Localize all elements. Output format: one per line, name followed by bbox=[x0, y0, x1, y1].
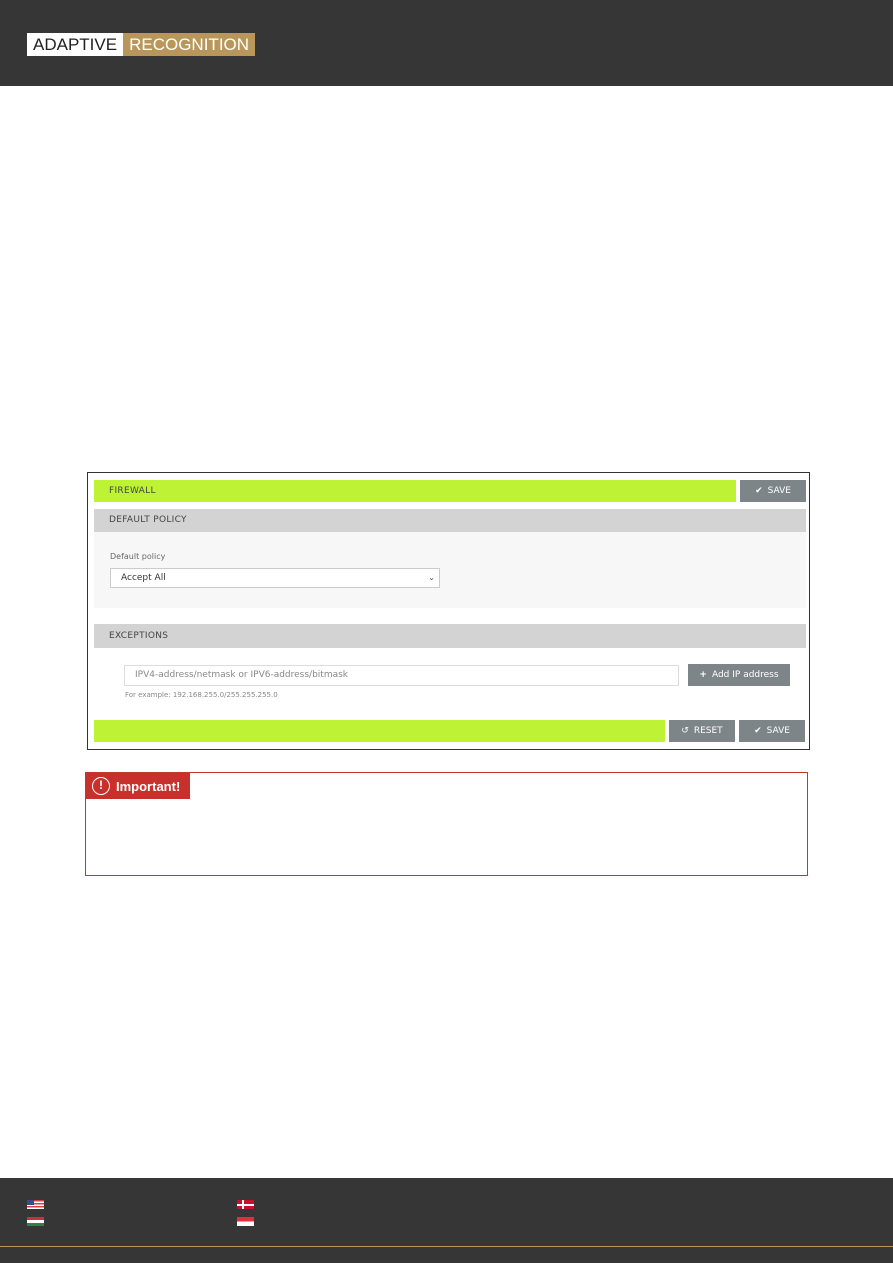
plus-icon: + bbox=[699, 670, 707, 680]
logo-right: RECOGNITION bbox=[123, 33, 256, 56]
important-box: ! Important! bbox=[85, 772, 808, 876]
add-ip-label: Add IP address bbox=[711, 670, 779, 680]
denmark-flag-icon bbox=[237, 1200, 254, 1209]
exceptions-header: EXCEPTIONS bbox=[94, 624, 806, 648]
save-label: SAVE bbox=[766, 726, 790, 736]
important-label: Important! bbox=[116, 778, 181, 794]
reset-label: RESET bbox=[693, 726, 723, 736]
save-label: SAVE bbox=[767, 486, 791, 496]
default-policy-heading: DEFAULT POLICY bbox=[109, 515, 187, 525]
exceptions-heading: EXCEPTIONS bbox=[109, 631, 169, 641]
logo-left: ADAPTIVE bbox=[27, 33, 124, 56]
default-policy-select[interactable]: Accept All ⌄ bbox=[110, 568, 440, 588]
page-footer bbox=[0, 1178, 893, 1263]
check-icon: ✔ bbox=[755, 486, 763, 496]
firewall-title-bar: FIREWALL bbox=[94, 480, 736, 502]
company-logo: ADAPTIVE RECOGNITION bbox=[27, 33, 256, 56]
reset-button[interactable]: ↺ RESET bbox=[669, 720, 735, 742]
singapore-flag-icon bbox=[237, 1217, 254, 1226]
default-policy-value: Accept All bbox=[121, 573, 166, 583]
page-header: ADAPTIVE RECOGNITION bbox=[0, 0, 893, 86]
save-button-bottom[interactable]: ✔ SAVE bbox=[739, 720, 805, 742]
hungary-flag-icon bbox=[27, 1217, 44, 1226]
footer-divider bbox=[0, 1246, 893, 1247]
default-policy-label: Default policy bbox=[110, 552, 166, 561]
chevron-down-icon: ⌄ bbox=[428, 573, 435, 582]
check-icon: ✔ bbox=[754, 726, 762, 736]
exclamation-icon: ! bbox=[92, 777, 110, 795]
ip-address-input[interactable]: IPV4-address/netmask or IPV6-address/bit… bbox=[124, 665, 679, 686]
footer-bar bbox=[94, 720, 665, 742]
firewall-title: FIREWALL bbox=[109, 486, 156, 496]
add-ip-button[interactable]: + Add IP address bbox=[688, 664, 790, 686]
important-tag: ! Important! bbox=[86, 773, 190, 799]
ip-placeholder: IPV4-address/netmask or IPV6-address/bit… bbox=[135, 670, 349, 680]
save-button-top[interactable]: ✔ SAVE bbox=[740, 480, 806, 502]
example-hint: For example: 192.168.255.0/255.255.255.0 bbox=[125, 691, 278, 699]
default-policy-header: DEFAULT POLICY bbox=[94, 509, 806, 532]
firewall-screenshot: FIREWALL ✔ SAVE DEFAULT POLICY Default po… bbox=[87, 472, 810, 750]
us-flag-icon bbox=[27, 1200, 44, 1209]
reset-icon: ↺ bbox=[681, 726, 689, 736]
